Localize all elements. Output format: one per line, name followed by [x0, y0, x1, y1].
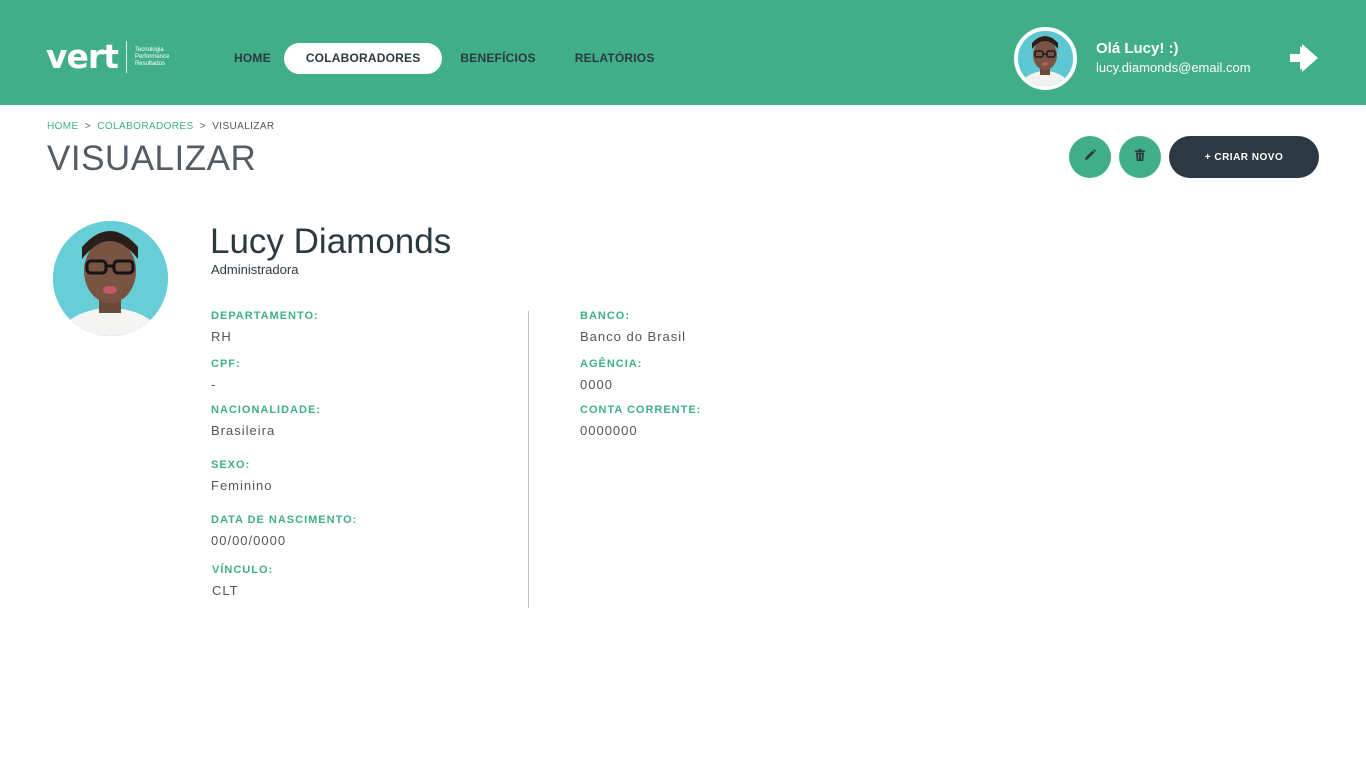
- field-value-nacionalidade: Brasileira: [211, 423, 276, 438]
- field-label-sexo: SEXO:: [211, 459, 251, 471]
- field-value-departamento: RH: [211, 329, 232, 344]
- nav-item-colaboradores[interactable]: COLABORADORES: [283, 43, 443, 74]
- breadcrumb: HOME > COLABORADORES > VISUALIZAR: [47, 121, 275, 132]
- field-label-cpf: CPF:: [211, 358, 241, 370]
- profile-photo: [53, 221, 168, 336]
- field-value-agencia: 0000: [580, 377, 613, 392]
- user-greeting: Olá Lucy! :): [1096, 40, 1179, 57]
- delete-button[interactable]: [1119, 136, 1161, 178]
- profile-name: Lucy Diamonds: [210, 222, 452, 261]
- logo-tagline-line: Resultados: [134, 60, 165, 67]
- create-new-button[interactable]: + CRIAR NOVO: [1169, 136, 1319, 178]
- field-label-nacionalidade: NACIONALIDADE:: [211, 404, 321, 416]
- field-value-data-nascimento: 00/00/0000: [211, 533, 287, 548]
- breadcrumb-current: VISUALIZAR: [212, 121, 275, 132]
- field-value-vinculo: CLT: [212, 583, 239, 598]
- field-value-cpf: -: [211, 377, 217, 392]
- breadcrumb-colaboradores[interactable]: COLABORADORES: [97, 121, 193, 132]
- logo-tagline-line: Tecnologia: [134, 46, 164, 53]
- profile-role: Administradora: [211, 262, 299, 277]
- field-label-conta-corrente: CONTA CORRENTE:: [580, 404, 702, 416]
- nav-item-beneficios[interactable]: BENEFÍCIOS: [445, 43, 550, 74]
- main-nav: HOME COLABORADORES BENEFÍCIOS RELATÓRIOS: [219, 43, 670, 74]
- logo-tagline-line: Performance: [134, 53, 170, 60]
- field-value-conta-corrente: 0000000: [580, 423, 638, 438]
- field-value-sexo: Feminino: [211, 478, 273, 493]
- nav-item-home[interactable]: HOME: [219, 43, 286, 74]
- nav-item-relatorios[interactable]: RELATÓRIOS: [560, 43, 670, 74]
- pencil-icon: [1084, 148, 1096, 166]
- field-label-banco: BANCO:: [580, 310, 630, 322]
- logo[interactable]: vert Tecnologia Performance Resultados: [46, 40, 169, 74]
- user-avatar[interactable]: [1014, 27, 1077, 90]
- breadcrumb-separator: >: [199, 121, 207, 132]
- breadcrumb-separator: >: [84, 121, 92, 132]
- field-label-data-nascimento: DATA DE NASCIMENTO:: [211, 514, 358, 526]
- trash-icon: [1135, 148, 1145, 166]
- field-label-departamento: DEPARTAMENTO:: [211, 310, 319, 322]
- column-divider: [528, 311, 529, 608]
- field-label-agencia: AGÊNCIA:: [580, 358, 643, 370]
- breadcrumb-home[interactable]: HOME: [47, 121, 79, 132]
- arrow-right-icon[interactable]: [1288, 42, 1320, 74]
- page-title: VISUALIZAR: [47, 139, 257, 178]
- logo-wordmark: vert: [46, 37, 119, 76]
- logo-divider: [125, 41, 127, 73]
- user-email: lucy.diamonds@email.com: [1096, 60, 1251, 75]
- edit-button[interactable]: [1069, 136, 1111, 178]
- field-label-vinculo: VÍNCULO:: [212, 564, 274, 576]
- field-value-banco: Banco do Brasil: [580, 329, 687, 344]
- top-header: vert Tecnologia Performance Resultados H…: [0, 0, 1366, 105]
- logo-tagline: Tecnologia Performance Resultados: [135, 47, 169, 68]
